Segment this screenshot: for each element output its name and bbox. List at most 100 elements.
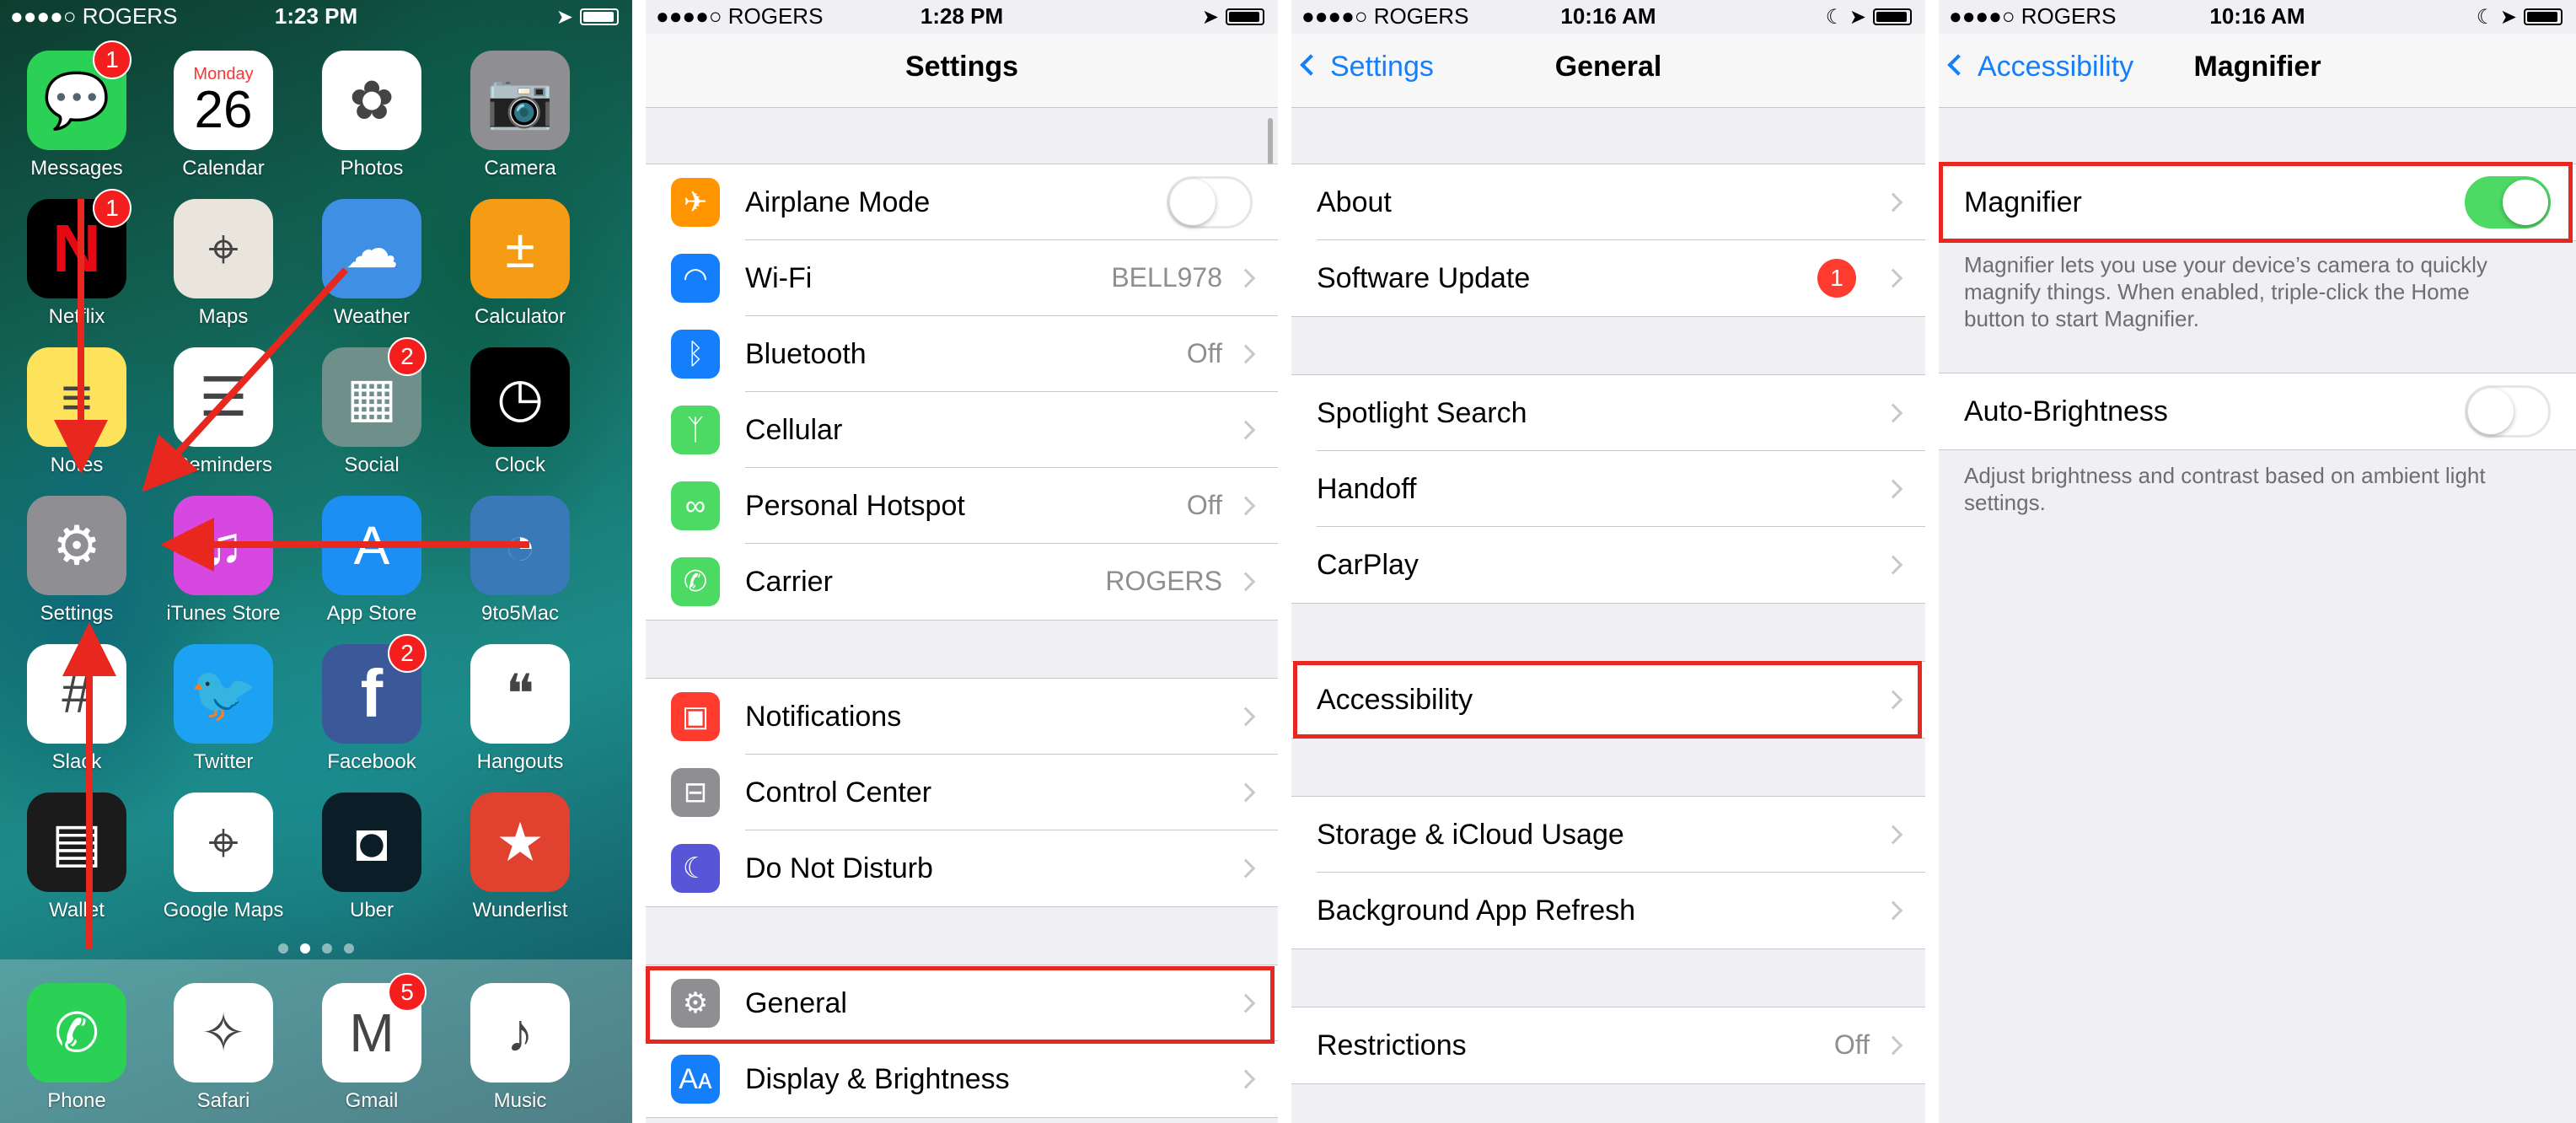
settings-group-connectivity: ✈ Airplane Mode ◠ Wi-Fi BELL978 ᛒ Bluetooth Off… <box>646 164 1278 621</box>
settings-row-airplane-mode[interactable]: ✈ Airplane Mode <box>646 164 1278 240</box>
app-settings-gear[interactable]: ⚙ Settings <box>13 496 140 626</box>
camera-icon: 📷 <box>470 51 570 150</box>
control-center-icon: ⊟ <box>671 768 720 817</box>
battery-icon <box>2524 8 2563 25</box>
chevron-right-icon <box>1883 479 1903 499</box>
chevron-right-icon <box>1883 555 1903 575</box>
general-group-storage: Storage & iCloud Usage Background App Ref… <box>1291 796 1925 949</box>
magnifier-footer: Magnifier lets you use your device’s cam… <box>1964 252 2487 331</box>
app-weather[interactable]: ☁ Weather <box>309 199 435 329</box>
app-label: Messages <box>30 157 123 180</box>
general-row-carplay[interactable]: CarPlay <box>1291 527 1925 603</box>
settings-row-personal-hotspot[interactable]: ∞ Personal Hotspot Off <box>646 468 1278 544</box>
facebook-icon-glyph: f <box>360 656 384 731</box>
dock-music[interactable]: ♪ Music <box>457 983 583 1113</box>
app-label: Twitter <box>193 750 254 773</box>
row-label: Storage & iCloud Usage <box>1317 818 1624 851</box>
general-row-handoff[interactable]: Handoff <box>1291 451 1925 527</box>
chevron-right-icon <box>1883 900 1903 921</box>
netflix-icon-glyph: N <box>52 211 101 286</box>
app-camera[interactable]: 📷 Camera <box>457 51 583 180</box>
notification-badge: 1 <box>93 189 131 228</box>
settings-row-do-not-disturb[interactable]: ☾ Do Not Disturb <box>646 830 1278 906</box>
settings-row-cellular[interactable]: ᛉ Cellular <box>646 392 1278 468</box>
app-itunes-store[interactable]: ♫ iTunes Store <box>160 496 287 626</box>
dock-safari[interactable]: ✧ Safari <box>160 983 287 1113</box>
app-maps[interactable]: ⌖ Maps <box>160 199 287 329</box>
app-slack[interactable]: # Slack <box>13 644 140 774</box>
app-calendar[interactable]: Monday 26 Calendar <box>160 51 287 180</box>
app-notes[interactable]: ≡ Notes <box>13 347 140 477</box>
app-wunderlist[interactable]: ★ Wunderlist <box>457 793 583 922</box>
row-label: Bluetooth <box>745 337 867 370</box>
row-label: Restrictions <box>1317 1029 1467 1061</box>
app-9to5mac[interactable]: ◔ 9to5Mac <box>457 496 583 626</box>
phone-icon: ✆ <box>671 557 720 606</box>
highlight-accessibility <box>1293 661 1922 739</box>
app-facebook[interactable]: f 2 Facebook <box>309 634 435 774</box>
auto-brightness-toggle[interactable] <box>2465 385 2551 438</box>
row-label: Wi-Fi <box>745 261 813 294</box>
app-reminders[interactable]: ☰ Reminders <box>160 347 287 477</box>
battery-icon <box>1226 8 1264 25</box>
app-clock[interactable]: ◷ Clock <box>457 347 583 477</box>
settings-row-display-brightness[interactable]: Aᴀ Display & Brightness <box>646 1041 1278 1117</box>
auto-brightness-row[interactable]: Auto-Brightness <box>1939 373 2576 449</box>
general-row-background-app-refresh[interactable]: Background App Refresh <box>1291 873 1925 948</box>
9to5mac-icon: ◔ <box>470 496 570 595</box>
app-app-store[interactable]: A App Store <box>309 496 435 626</box>
app-label: Google Maps <box>163 899 284 922</box>
row-label: Carrier <box>745 565 833 598</box>
chevron-right-icon <box>1236 420 1256 440</box>
auto-brightness-group: Auto-Brightness <box>1939 373 2576 450</box>
notifications-icon: ▣ <box>671 692 720 741</box>
notification-badge: 2 <box>388 634 427 673</box>
app-social-folder[interactable]: ▦ 2 Social <box>309 337 435 477</box>
app-wallet[interactable]: ▤ Wallet <box>13 793 140 922</box>
chevron-right-icon <box>1883 192 1903 212</box>
notification-badge: 2 <box>388 337 427 376</box>
app-label: Phone <box>47 1089 106 1112</box>
magnifier-screen: ●●●●○ ROGERS 10:16 AM ☾ ➤ Accessibility … <box>1939 0 2576 1123</box>
general-row-about[interactable]: About <box>1291 164 1925 240</box>
app-twitter[interactable]: 🐦 Twitter <box>160 644 287 774</box>
app-label: Maps <box>198 305 249 328</box>
app-messages[interactable]: 💬 1 Messages <box>13 40 140 180</box>
settings-row-wi-fi[interactable]: ◠ Wi-Fi BELL978 <box>646 240 1278 316</box>
settings-gear-icon: ⚙ <box>27 496 126 595</box>
dock-gmail[interactable]: M 5 Gmail <box>309 973 435 1113</box>
settings-row-bluetooth[interactable]: ᛒ Bluetooth Off <box>646 316 1278 392</box>
app-uber[interactable]: ◘ Uber <box>309 793 435 922</box>
app-label: Settings <box>40 602 114 625</box>
settings-row-control-center[interactable]: ⊟ Control Center <box>646 755 1278 830</box>
general-group-about: About Software Update 1 <box>1291 164 1925 317</box>
settings-row-carrier[interactable]: ✆ Carrier ROGERS <box>646 544 1278 620</box>
general-row-spotlight-search[interactable]: Spotlight Search <box>1291 375 1925 451</box>
app-label: Calculator <box>474 305 566 328</box>
row-value: Off <box>1186 490 1222 520</box>
app-label: Slack <box>51 750 102 773</box>
highlight-magnifier <box>1939 162 2573 243</box>
settings-row-notifications[interactable]: ▣ Notifications <box>646 679 1278 755</box>
app-label: Wallet <box>49 899 105 922</box>
row-label: Notifications <box>745 700 902 733</box>
general-row-software-update[interactable]: Software Update 1 <box>1291 240 1925 316</box>
app-photos[interactable]: ✿ Photos <box>309 51 435 180</box>
auto-brightness-footer: Adjust brightness and contrast based on … <box>1964 463 2486 515</box>
settings-screen: ●●●●○ ROGERS 1:28 PM ➤ Settings ✈ Airplan… <box>646 0 1278 1123</box>
navigation-bar: Settings <box>646 34 1278 108</box>
app-calculator[interactable]: ± Calculator <box>457 199 583 329</box>
app-hangouts[interactable]: ❝ Hangouts <box>457 644 583 774</box>
general-row-storage-icloud-usage[interactable]: Storage & iCloud Usage <box>1291 797 1925 873</box>
chevron-right-icon <box>1883 1035 1903 1056</box>
slack-icon: # <box>27 644 126 744</box>
airplane-mode-toggle[interactable] <box>1167 176 1253 228</box>
app-label: Social <box>344 454 400 476</box>
app-google-maps[interactable]: ⌖ Google Maps <box>160 793 287 922</box>
dock-phone[interactable]: ✆ Phone <box>13 983 140 1113</box>
highlight-general <box>646 966 1275 1044</box>
general-row-restrictions[interactable]: Restrictions Off <box>1291 1007 1925 1083</box>
row-label: Display & Brightness <box>745 1062 1010 1095</box>
app-label: Calendar <box>182 157 265 180</box>
app-netflix[interactable]: N 1 Netflix <box>13 189 140 329</box>
